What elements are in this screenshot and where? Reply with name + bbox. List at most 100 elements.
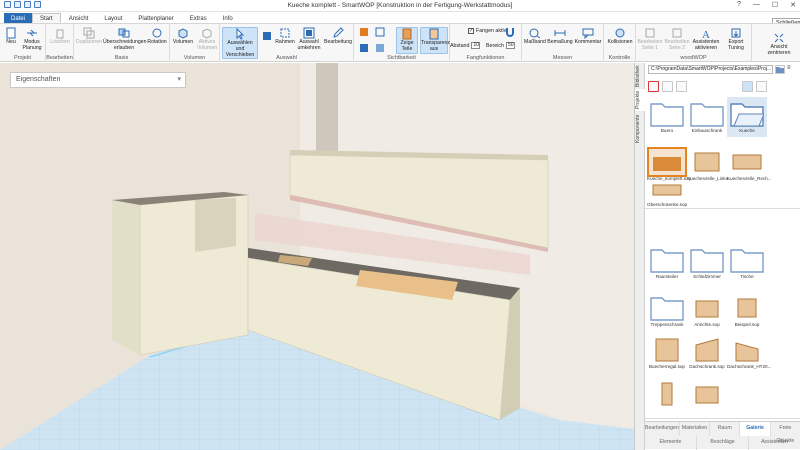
- item-drawer[interactable]: [687, 381, 727, 408]
- tab-extras[interactable]: Extras: [182, 13, 215, 23]
- properties-bar[interactable]: Eigenschaften ▾: [10, 72, 186, 88]
- ansicht-zentrieren-button[interactable]: Ansicht zentrieren: [762, 32, 796, 57]
- snap-button[interactable]: [504, 26, 516, 39]
- visibility-b-button[interactable]: [358, 42, 370, 55]
- fangen-aktiv-checkbox[interactable]: ✓ Fangen aktiv: [468, 28, 506, 34]
- item-dachschrank[interactable]: Dachschrank.sop: [687, 337, 727, 369]
- zeige-teile-button[interactable]: Zeige Teile: [396, 27, 418, 54]
- group-label: Auswahl: [276, 55, 297, 61]
- folder-raumteiler[interactable]: Raumteiler: [647, 247, 687, 279]
- bearbeitung-button[interactable]: Bearbeitung: [323, 27, 353, 46]
- tab-freie-objekte[interactable]: Freie Objekte: [771, 422, 800, 444]
- minimize-button[interactable]: —: [753, 1, 760, 9]
- bereich-field[interactable]: Bereich 50: [486, 42, 515, 49]
- item-kuechenzeile-links[interactable]: Kuechenzeile_Links...: [687, 149, 732, 181]
- tab-info[interactable]: Info: [215, 13, 241, 23]
- rahmen-button[interactable]: Rahmen: [275, 27, 295, 46]
- massband-button[interactable]: Maßband: [524, 27, 546, 46]
- abstand-field[interactable]: Abstand 10: [450, 42, 481, 49]
- help-button[interactable]: ?: [737, 1, 741, 9]
- tab-beschlaege[interactable]: Beschläge: [697, 436, 749, 450]
- cursor-icon: [236, 28, 245, 40]
- kitchen-3d-scene: [0, 63, 642, 450]
- rotation-icon: [152, 28, 162, 38]
- vtab-bibliothek[interactable]: Bibliothek: [635, 65, 645, 87]
- bearbeiten-seite2-button[interactable]: Bearbeiten Seite 2: [664, 27, 690, 52]
- loeschen-button[interactable]: Löschen: [48, 27, 72, 46]
- sort-icon[interactable]: [742, 80, 753, 92]
- copy-icon[interactable]: [662, 80, 673, 92]
- ribbon-tabs: Datei Start Ansicht Layout Plattenplaner…: [0, 12, 800, 23]
- group-label: Fangfunktionen: [466, 55, 505, 61]
- assistenten-aktivieren-button[interactable]: A Assistenten aktivieren: [692, 27, 720, 52]
- tab-datei[interactable]: Datei: [4, 13, 33, 23]
- item-oberschraenke[interactable]: Oberschraenke.sop: [647, 179, 687, 207]
- open-folder-button[interactable]: [775, 65, 785, 74]
- vtab-projekte[interactable]: Projekte: [635, 89, 645, 111]
- bearbeiten-seite1-button[interactable]: Bearbeiten Seite 1: [637, 27, 663, 52]
- center-view-icon: [774, 33, 784, 43]
- bottom-tabs: Bearbeitungen Materialien Raum Galerie F…: [645, 421, 800, 450]
- tab-assistenten[interactable]: Assistenten: [749, 436, 800, 450]
- item-kuechenzeile-rechts[interactable]: Kuechenzeile_Rech...: [727, 149, 772, 181]
- select-mode-a-button[interactable]: [260, 30, 274, 43]
- tab-raum[interactable]: Raum: [710, 422, 741, 436]
- folder-schlafzimmer[interactable]: Schlafzimmer: [687, 247, 727, 279]
- maximize-button[interactable]: ☐: [772, 1, 778, 9]
- add-icon[interactable]: [648, 80, 659, 92]
- view-mode-icon[interactable]: [756, 80, 767, 92]
- item-kueche-komplett[interactable]: Kueche_komplett.sop: [647, 147, 691, 181]
- aktives-volumen-button[interactable]: Aktives Volumen: [195, 27, 219, 52]
- close-button[interactable]: ✕: [790, 1, 796, 9]
- folder-buero[interactable]: Buero: [647, 101, 687, 133]
- tab-ansicht[interactable]: Ansicht: [61, 13, 97, 23]
- layer-fill-icon: [376, 44, 384, 52]
- tab-start[interactable]: Start: [32, 13, 61, 23]
- item-anrichte[interactable]: Anrichte.sop: [687, 295, 727, 327]
- more-button[interactable]: ≡: [787, 65, 797, 74]
- item-treppenschrank[interactable]: Treppenschrank: [647, 295, 687, 327]
- ueberschneidungen-button[interactable]: Überschneidungen erlauben: [103, 27, 147, 52]
- path-field[interactable]: C:\ProgramData\SmartWOP\Projects\Example…: [648, 65, 773, 74]
- tab-bearbeitungen[interactable]: Bearbeitungen: [645, 422, 680, 436]
- item-buecherregal[interactable]: Buecherregal.sop: [647, 337, 687, 369]
- 3d-viewport[interactable]: [0, 63, 642, 450]
- tab-plattenplaner[interactable]: Plattenplaner: [130, 13, 181, 23]
- transparenz-button[interactable]: Transparenz aus: [420, 27, 450, 54]
- visibility-a-button[interactable]: [358, 26, 370, 39]
- item-beispiel[interactable]: Beispiel.sop: [727, 295, 767, 327]
- folder-einbauschrank[interactable]: Einbauschrank: [687, 101, 727, 133]
- bemassung-button[interactable]: Bemaßung: [547, 27, 573, 46]
- visibility-d-button[interactable]: [374, 42, 386, 55]
- pin-icon[interactable]: ▾: [177, 73, 181, 87]
- folder-icon: [690, 249, 724, 273]
- tab-materialien[interactable]: Materialien: [680, 422, 711, 436]
- group-volumen: Volumen Aktives Volumen Volumen: [170, 24, 220, 62]
- export-tuning-button[interactable]: Export Tuning: [722, 27, 750, 52]
- item-dachschrank-ht20[interactable]: Dachschrank_HT20...: [727, 337, 771, 369]
- overlap-icon: [118, 28, 130, 38]
- duplizieren-button[interactable]: Duplizieren: [76, 27, 102, 46]
- item-shelf[interactable]: [647, 381, 687, 408]
- volumen-button[interactable]: Volumen: [172, 27, 194, 46]
- folder-tische[interactable]: Tische: [727, 247, 767, 279]
- rotation-button[interactable]: Rotation: [146, 27, 168, 46]
- title-bar: Kueche komplett - SmartWOP [Konstruktion…: [0, 0, 800, 12]
- auswahl-umkehren-button[interactable]: Auswahl umkehren: [296, 27, 322, 52]
- kommentar-button[interactable]: Kommentar: [574, 27, 602, 46]
- cabinet-thumbnail: [732, 154, 762, 170]
- folder-icon: [650, 249, 684, 273]
- tab-elemente[interactable]: Elemente: [645, 436, 697, 450]
- folder-kueche[interactable]: Kueche: [727, 97, 767, 137]
- tab-galerie[interactable]: Galerie: [740, 422, 771, 436]
- neu-button[interactable]: Neu: [3, 27, 19, 46]
- furniture-gallery: Raumteiler Schlafzimmer Tische Treppensc…: [645, 211, 800, 419]
- visibility-c-button[interactable]: [374, 26, 386, 39]
- edit-icon: [333, 27, 344, 38]
- kollisionen-button[interactable]: Kollisionen: [606, 27, 634, 46]
- delete-icon[interactable]: [676, 80, 687, 92]
- tab-layout[interactable]: Layout: [96, 13, 130, 23]
- modus-planung-button[interactable]: Modus Planung: [20, 27, 44, 52]
- vtab-komponente[interactable]: Komponente: [635, 113, 645, 145]
- list-icon[interactable]: [770, 81, 781, 92]
